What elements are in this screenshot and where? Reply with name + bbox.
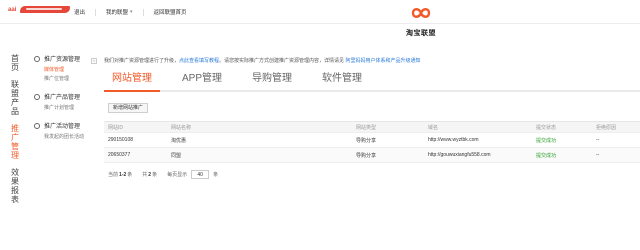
tab-website[interactable]: 网站管理 bbox=[104, 70, 160, 92]
add-website-button[interactable]: 新增网站推广 bbox=[108, 103, 149, 113]
site-name-cell: 淘优惠 bbox=[171, 137, 187, 144]
sidebar-group-title: 推广产品管理 bbox=[44, 95, 81, 101]
sidebar-group-products: 推广产品管理 推广计划管理 bbox=[34, 92, 96, 113]
flag-icon bbox=[34, 122, 40, 129]
top-nav: 退出 我的联盟 ▾ 返回联盟首页 bbox=[74, 8, 197, 16]
site-type-cell: 导购分享 bbox=[356, 152, 377, 159]
nav-promotion-management[interactable]: 推广管理 bbox=[8, 124, 22, 160]
domain-cell: http://gouwuxiangfu558.com bbox=[428, 152, 491, 158]
reason-cell: -- bbox=[596, 137, 600, 143]
nav-products[interactable]: 联盟产品 bbox=[8, 80, 22, 116]
sidebar-group-activities: 推广活动管理 我发起的团长活动 bbox=[34, 121, 96, 142]
site-id-cell: 20650377 bbox=[108, 152, 131, 158]
logo-text: aai bbox=[8, 6, 17, 13]
table-row[interactable]: 290150108 淘优惠 导购分享 http://www.wyztbk.com… bbox=[104, 133, 640, 148]
brand-name: 淘宝联盟 bbox=[406, 30, 436, 37]
column-header: 网站类型 bbox=[356, 124, 377, 131]
collapse-sidebar-button[interactable]: ‹ bbox=[91, 58, 97, 64]
pager-total-suffix: 条 bbox=[152, 172, 158, 178]
site-name-cell: 同盟 bbox=[171, 152, 182, 159]
sidebar-group-title: 推广资源管理 bbox=[44, 57, 81, 63]
box-icon bbox=[34, 93, 40, 100]
my-union-label: 我的联盟 bbox=[106, 10, 129, 16]
tab-software[interactable]: 软件管理 bbox=[314, 70, 370, 92]
site-type-cell: 导购分享 bbox=[356, 137, 377, 144]
column-header: 域名 bbox=[428, 124, 439, 131]
upgrade-notice: 我们对推广资源管理进行了升级，点此查看填写教程。请您按实际推广方式创建推广资源管… bbox=[104, 57, 634, 64]
status-cell: 提交成功 bbox=[536, 137, 557, 144]
divider bbox=[95, 8, 97, 16]
globe-icon bbox=[34, 55, 40, 62]
upgrade-announcement-link[interactable]: 阿里妈妈用户体系和产品升级通知 bbox=[345, 58, 420, 64]
nav-reports[interactable]: 效果报表 bbox=[8, 168, 22, 204]
brand[interactable]: 淘宝联盟 bbox=[399, 4, 443, 38]
domain-cell: http://www.wyztbk.com bbox=[428, 137, 479, 143]
back-home-link[interactable]: 返回联盟首页 bbox=[154, 8, 187, 16]
per-page-label: 每页显示 bbox=[167, 172, 188, 178]
tab-guide[interactable]: 导购管理 bbox=[244, 70, 300, 92]
pagination: 当前 1-2 条 共 2 条 每页显示 40 条 bbox=[108, 170, 218, 179]
resource-tabs: 网站管理 APP管理 导购管理 软件管理 bbox=[104, 70, 640, 92]
per-page-suffix: 条 bbox=[213, 172, 219, 178]
logo-graphic bbox=[20, 6, 71, 13]
column-header: 网站ID bbox=[108, 124, 124, 131]
taobao-union-logo-icon bbox=[411, 8, 431, 18]
column-header: 提交状态 bbox=[536, 124, 557, 131]
tutorial-link[interactable]: 点此查看填写教程 bbox=[179, 58, 219, 64]
sidebar-item-plans[interactable]: 推广计划管理 bbox=[34, 104, 96, 113]
sidebar-item-media[interactable]: 媒体管理 bbox=[34, 66, 96, 75]
sidebar: 推广资源管理 媒体管理 推广位管理 推广产品管理 推广计划管理 推广活动管理 我… bbox=[34, 54, 96, 150]
sidebar-group-header[interactable]: 推广资源管理 bbox=[34, 54, 96, 63]
tab-app[interactable]: APP管理 bbox=[174, 70, 230, 92]
notice-text-2: 。请您按实际推广方式创建推广资源管理内容，详情请见 bbox=[219, 58, 345, 64]
column-header: 拒绝原因 bbox=[596, 124, 617, 131]
pager-total-prefix: 共 bbox=[142, 172, 148, 178]
sidebar-group-header[interactable]: 推广活动管理 bbox=[34, 121, 96, 130]
site-id-cell: 290150108 bbox=[108, 137, 134, 143]
sidebar-group-title: 推广活动管理 bbox=[44, 124, 81, 130]
logout-link[interactable]: 退出 bbox=[74, 8, 85, 16]
notice-text: 我们对推广资源管理进行了升级， bbox=[104, 58, 180, 64]
sidebar-group-header[interactable]: 推广产品管理 bbox=[34, 92, 96, 101]
status-cell: 提交成功 bbox=[536, 152, 557, 159]
website-table: 网站ID 网站名称 网站类型 域名 提交状态 拒绝原因 290150108 淘优… bbox=[104, 121, 640, 163]
nav-home[interactable]: 首页 bbox=[8, 54, 22, 72]
table-row[interactable]: 20650377 同盟 导购分享 http://gouwuxiangfu558.… bbox=[104, 148, 640, 163]
left-nav: 首页 联盟产品 推广管理 效果报表 bbox=[0, 54, 24, 212]
sidebar-group-resources: 推广资源管理 媒体管理 推广位管理 bbox=[34, 54, 96, 84]
pager-total: 2 bbox=[148, 171, 152, 178]
reason-cell: -- bbox=[596, 152, 600, 158]
site-logo[interactable]: aai bbox=[8, 6, 71, 13]
divider bbox=[142, 8, 144, 16]
top-bar: aai 退出 我的联盟 ▾ 返回联盟首页 bbox=[0, 0, 640, 24]
sidebar-item-adzone[interactable]: 推广位管理 bbox=[34, 75, 96, 84]
table-header-row: 网站ID 网站名称 网站类型 域名 提交状态 拒绝原因 bbox=[104, 121, 640, 133]
column-header: 网站名称 bbox=[171, 124, 192, 131]
pager-unit: 条 bbox=[127, 172, 133, 178]
my-union-menu[interactable]: 我的联盟 ▾ bbox=[106, 8, 133, 16]
chevron-down-icon: ▾ bbox=[130, 9, 133, 15]
sidebar-item-leader-activities[interactable]: 我发起的团长活动 bbox=[34, 133, 96, 142]
pager-range: 1-2 bbox=[119, 171, 127, 178]
pager-prefix: 当前 bbox=[108, 172, 119, 178]
per-page-input[interactable]: 40 bbox=[191, 170, 210, 179]
